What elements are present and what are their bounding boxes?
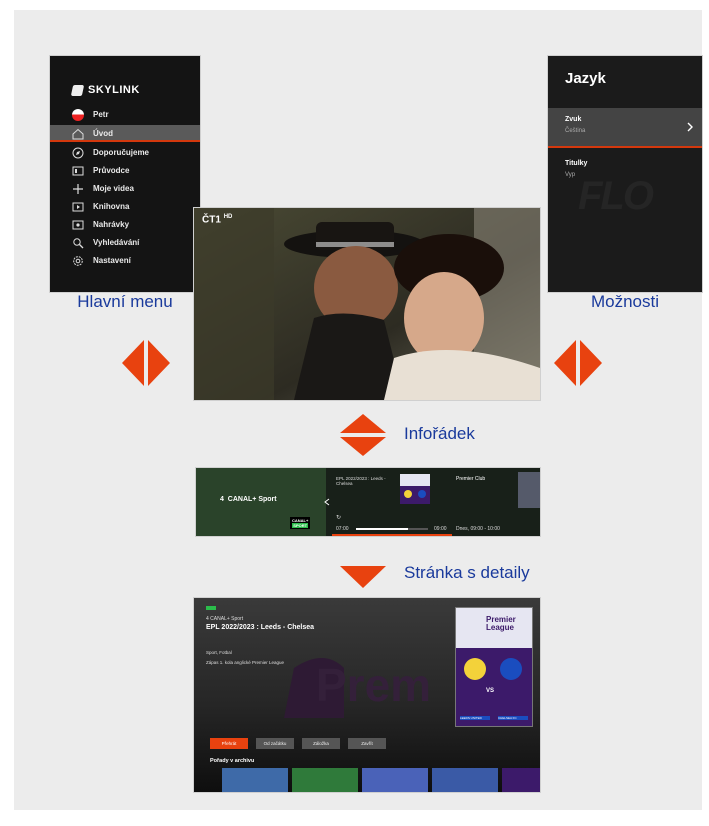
menu-item-label: Knihovna: [93, 202, 130, 211]
channel-logo-text: ČT1: [202, 214, 221, 226]
program-title: EPL 2022/2023 : Leeds - Chelsea: [336, 476, 386, 486]
info-row-caption: Infořádek: [404, 424, 475, 443]
close-button[interactable]: Zavřít: [348, 738, 386, 749]
up-down-arrows-icon: [340, 414, 386, 456]
library-icon: [72, 201, 84, 213]
poster-right-team: CHELSEA FC: [498, 716, 528, 720]
subtitles-value: Vyp: [565, 172, 576, 178]
guide-icon: [72, 165, 84, 177]
subtitles-option[interactable]: Titulky Vyp: [548, 156, 702, 186]
info-row-panel: 4 CANAL+ Sport CANAL+ SPORT EPL 2022/202…: [196, 468, 540, 536]
menu-item-label: Petr: [93, 110, 109, 119]
detail-genre: Sport, Fotbal: [206, 650, 232, 655]
audio-value: Čeština: [565, 128, 586, 134]
bookmark-button[interactable]: Záložka: [302, 738, 340, 749]
video-still-image: [194, 208, 540, 400]
channel-name: CANAL+ Sport: [227, 496, 277, 503]
gear-icon: [72, 255, 84, 267]
canal-logo-sub: SPORT: [292, 523, 309, 528]
main-menu-caption: Hlavní menu: [77, 292, 173, 311]
recordings-icon: [72, 219, 84, 231]
detail-title: EPL 2022/2023 : Leeds - Chelsea: [206, 624, 315, 631]
plus-icon: [72, 183, 84, 195]
audio-label: Zvuk: [565, 116, 582, 123]
menu-item-label: Nahrávky: [93, 220, 130, 229]
chelsea-crest-icon: [500, 658, 522, 680]
options-panel: FLO Jazyk Zvuk Čeština Titulky Vyp: [548, 56, 702, 292]
menu-item-uvod[interactable]: Úvod: [50, 125, 200, 142]
detail-page-caption: Stránka s detaily: [404, 563, 530, 582]
poster-left-team: LEEDS UNITED: [460, 716, 490, 720]
home-icon: [72, 128, 84, 140]
archive-thumbnail[interactable]: [222, 768, 288, 792]
program-poster: Premier League VS LEEDS UNITED CHELSEA F…: [456, 608, 532, 726]
progress-fill: [356, 528, 408, 530]
time-start: 07:00: [336, 526, 349, 532]
left-right-arrows-icon: [122, 340, 170, 386]
left-right-arrows-icon: [554, 340, 602, 386]
canvas: SKYLINK Petr Úvod Doporučujeme Průvodce: [14, 10, 702, 810]
menu-item-vyhledavani[interactable]: Vyhledávání: [50, 234, 200, 251]
options-title: Jazyk: [565, 70, 606, 87]
video-frame: ČT1 HD: [194, 208, 540, 400]
archive-thumbnail[interactable]: [502, 768, 540, 792]
options-caption: Možnosti: [590, 292, 660, 311]
menu-item-nahravky[interactable]: Nahrávky: [50, 216, 200, 233]
menu-item-petr[interactable]: Petr: [50, 106, 200, 123]
compass-icon: [72, 147, 84, 159]
audio-option[interactable]: Zvuk Čeština: [548, 108, 702, 148]
focus-bar: [332, 534, 452, 536]
chevron-right-icon: [687, 122, 693, 132]
poster-title: Premier League: [486, 615, 516, 632]
channel-logo: ČT1 HD: [202, 214, 232, 225]
archive-thumbnail[interactable]: [362, 768, 428, 792]
channel-tag: [206, 606, 216, 610]
replay-icon[interactable]: ↻: [336, 514, 350, 521]
archive-thumbnail[interactable]: [432, 768, 498, 792]
menu-item-nastaveni[interactable]: Nastavení: [50, 252, 200, 269]
skylink-logo-icon: [70, 84, 85, 96]
detail-background-text: Prem: [316, 659, 432, 711]
detail-description: Zápas 1. kola anglické Premier League: [206, 660, 285, 665]
program-thumbnail: [400, 474, 430, 504]
menu-item-doporucujeme[interactable]: Doporučujeme: [50, 144, 200, 161]
next-time: Dnes, 09:00 - 10:00: [456, 526, 500, 532]
next-program: Premier Club: [456, 476, 486, 482]
menu-item-knihovna[interactable]: Knihovna: [50, 198, 200, 215]
menu-item-label: Moje videa: [93, 184, 134, 193]
brand-name: SKYLINK: [88, 84, 140, 96]
detail-breadcrumb: 4 CANAL+ Sport: [206, 616, 244, 622]
archive-section-title: Pořady v archivu: [210, 758, 255, 764]
channel-number: 4: [220, 496, 224, 503]
avatar-icon: [72, 108, 84, 121]
next-thumbnail: [518, 472, 540, 508]
menu-item-label: Průvodce: [93, 166, 130, 175]
menu-item-label: Úvod: [93, 129, 113, 138]
hd-badge: HD: [223, 214, 233, 220]
poster-vs: VS: [486, 688, 495, 694]
brand: SKYLINK: [70, 84, 140, 96]
progress-track: [356, 528, 428, 530]
leeds-crest-icon: [464, 658, 486, 680]
detail-page-panel: Prem 4 CANAL+ Sport EPL 2022/2023 : Leed…: [194, 598, 540, 792]
archive-thumbnail[interactable]: [292, 768, 358, 792]
chevron-left-icon[interactable]: [324, 498, 330, 506]
main-menu-panel: SKYLINK Petr Úvod Doporučujeme Průvodce: [50, 56, 200, 292]
menu-item-moje-videa[interactable]: Moje videa: [50, 180, 200, 197]
down-arrow-icon: [340, 566, 386, 588]
search-icon: [72, 237, 84, 249]
time-end: 09:00: [434, 526, 447, 532]
play-button[interactable]: Přehrát: [210, 738, 248, 749]
menu-item-label: Nastavení: [93, 256, 131, 265]
from-start-button[interactable]: Od začátku: [256, 738, 294, 749]
canal-sport-logo: CANAL+ SPORT: [290, 517, 311, 529]
subtitles-label: Titulky: [565, 160, 588, 167]
menu-item-label: Vyhledávání: [93, 238, 140, 247]
menu-item-pruvodce[interactable]: Průvodce: [50, 162, 200, 179]
info-channel: 4 CANAL+ Sport: [220, 496, 277, 503]
menu-item-label: Doporučujeme: [93, 148, 150, 157]
